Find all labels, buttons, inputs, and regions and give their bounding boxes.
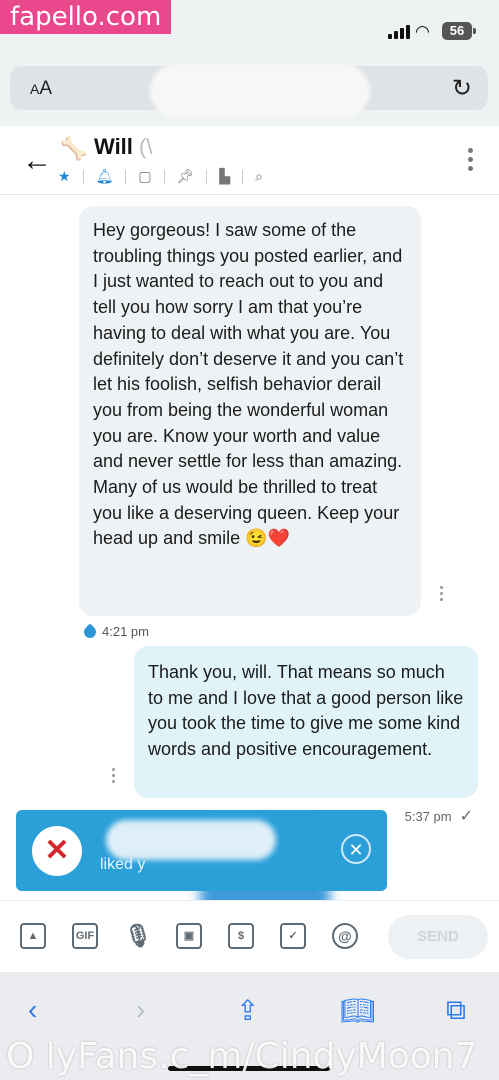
- notification-toast[interactable]: ✕ liked y ✕: [16, 810, 387, 891]
- forward-chevron-icon[interactable]: ›: [136, 994, 145, 1026]
- tip-drop-icon: [81, 623, 99, 640]
- redacted-username: [106, 820, 276, 860]
- send-button[interactable]: SEND: [388, 915, 488, 959]
- outgoing-message-text: Thank you, will. That means so much to m…: [148, 662, 464, 760]
- outgoing-message[interactable]: Thank you, will. That means so much to m…: [134, 646, 478, 798]
- note-icon[interactable]: ▢: [138, 168, 151, 185]
- battery-icon: 56: [442, 22, 476, 40]
- image-icon[interactable]: ▲: [20, 923, 46, 949]
- calendar-icon[interactable]: ✓: [280, 923, 306, 949]
- close-icon[interactable]: ✕: [341, 834, 371, 864]
- signal-icon: [388, 25, 410, 39]
- incoming-time: 4:21 pm: [102, 624, 149, 639]
- browser-address-row: AA ↻: [0, 60, 499, 126]
- chat-header-actions: ★ 🔔︎ ▢ 📌︎ ▙ ⌕: [58, 168, 263, 185]
- address-bar[interactable]: AA ↻: [10, 64, 488, 118]
- error-x-icon: ✕: [32, 826, 82, 876]
- price-tag-icon[interactable]: $: [228, 923, 254, 949]
- incoming-message[interactable]: Hey gorgeous! I saw some of the troublin…: [79, 206, 421, 616]
- media-vault-icon[interactable]: ▣: [176, 923, 202, 949]
- mention-icon[interactable]: @: [332, 923, 358, 949]
- wifi-icon: ◠: [415, 22, 430, 41]
- pin-icon[interactable]: 📌︎: [177, 168, 195, 185]
- incoming-message-text: Hey gorgeous! I saw some of the troublin…: [93, 220, 404, 549]
- message-options-icon[interactable]: [112, 768, 115, 786]
- bookmarks-icon[interactable]: 📖︎: [340, 994, 376, 1027]
- outgoing-time: 5:37 pm: [404, 808, 452, 824]
- reload-icon[interactable]: ↻: [452, 74, 472, 103]
- more-options-icon[interactable]: [468, 148, 473, 175]
- bone-emoji-icon: 🦴: [60, 136, 88, 161]
- message-composer: ▲ GIF 🎙︎ ▣ $ ✓ @ SEND: [0, 900, 499, 973]
- chat-header: ← 🦴 Will (\ ★ 🔔︎ ▢ 📌︎ ▙ ⌕: [0, 126, 499, 195]
- message-options-icon[interactable]: [440, 586, 443, 604]
- redacted-url: [150, 64, 370, 118]
- back-chevron-icon[interactable]: ‹: [28, 994, 37, 1026]
- bell-icon[interactable]: 🔔︎: [96, 168, 114, 185]
- tabs-icon[interactable]: ⧉: [446, 994, 466, 1027]
- chart-icon[interactable]: ▙: [219, 168, 230, 185]
- share-icon[interactable]: ⇪: [236, 994, 259, 1027]
- back-arrow-icon[interactable]: ←: [22, 144, 52, 178]
- search-icon[interactable]: ⌕: [255, 168, 263, 185]
- outgoing-message-meta: 5:37 pm ✓: [405, 806, 473, 826]
- toast-text: liked y: [100, 856, 146, 873]
- text-size-button[interactable]: AA: [30, 78, 52, 100]
- contact-name[interactable]: Will (\: [94, 134, 153, 160]
- read-check-icon: ✓: [459, 808, 473, 825]
- microphone-icon[interactable]: 🎙︎: [124, 923, 152, 949]
- star-icon[interactable]: ★: [58, 168, 71, 185]
- gif-icon[interactable]: GIF: [72, 923, 98, 949]
- watermark-bottom: O lyFans.c_m/CindyMoon7: [6, 1036, 478, 1077]
- watermark-top: fapello.com: [0, 0, 172, 34]
- incoming-message-meta: 4:21 pm: [81, 623, 149, 640]
